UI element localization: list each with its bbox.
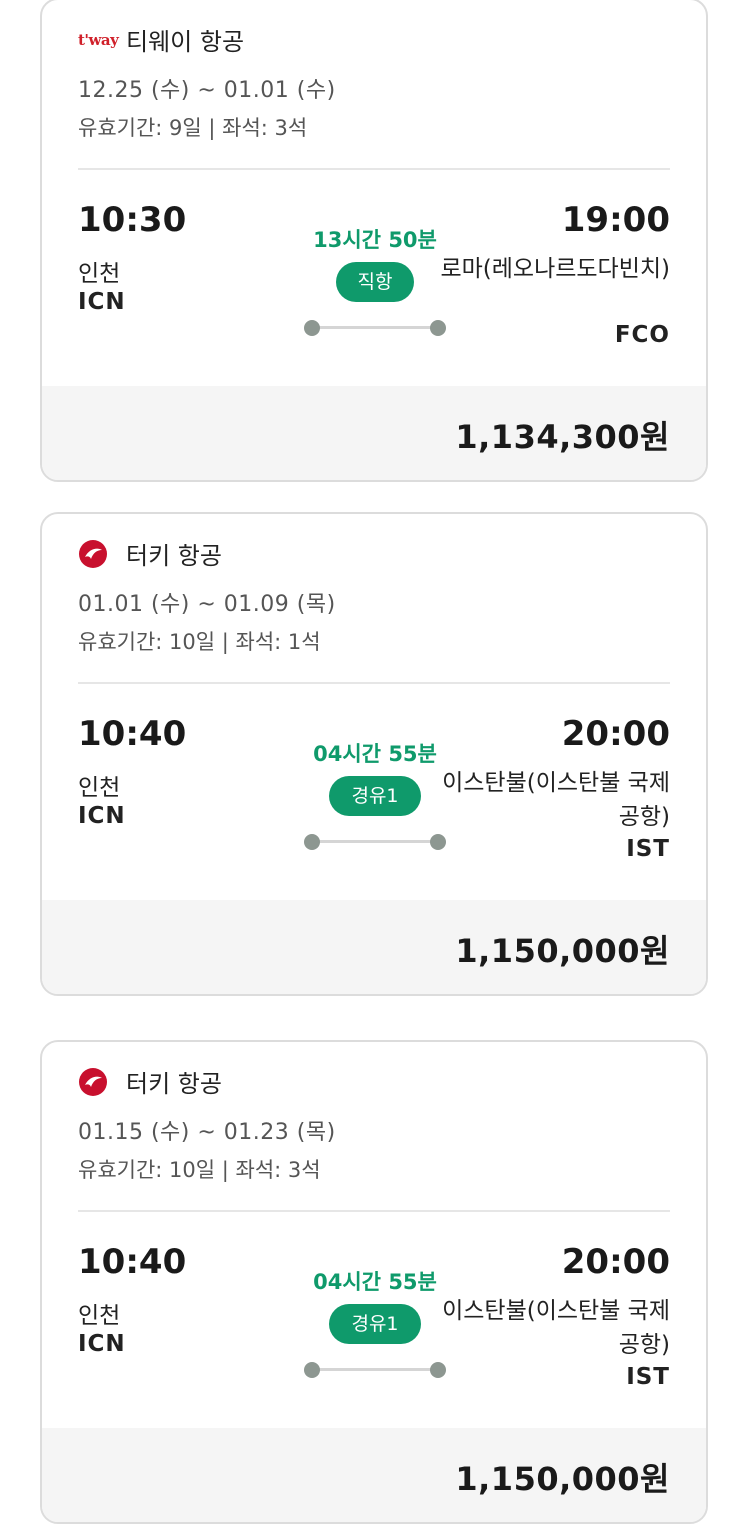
departure-code: ICN — [78, 803, 126, 829]
departure-time: 10:40 — [78, 1242, 187, 1282]
origin-dot — [304, 1362, 320, 1378]
divider — [78, 168, 670, 170]
validity-seats: 유효기간: 10일 | 좌석: 3석 — [78, 1158, 321, 1182]
arrival-time: 19:00 — [561, 200, 670, 240]
departure-code: ICN — [78, 1331, 126, 1357]
destination-dot — [430, 1362, 446, 1378]
origin-dot — [304, 320, 320, 336]
tway-logo-text: t'way — [78, 30, 119, 49]
price-footer: 1,150,000원 — [42, 1428, 706, 1522]
price-footer: 1,150,000원 — [42, 900, 706, 994]
divider — [78, 682, 670, 684]
departure-city: 인천 — [78, 775, 121, 801]
airline-row: 터키 항공 — [78, 1064, 222, 1099]
departure-time: 10:40 — [78, 714, 187, 754]
turkish-airlines-logo-icon — [78, 537, 118, 571]
price: 1,150,000원 — [455, 932, 670, 970]
arrival-code: IST — [626, 836, 670, 862]
flight-duration: 04시간 55분 — [313, 742, 437, 766]
arrival-code: FCO — [614, 322, 670, 348]
arrival-city: 이스탄불(이스탄불 국제공항) — [442, 1298, 670, 1358]
arrival-code: IST — [626, 1364, 670, 1390]
airline-name: 터키 항공 — [126, 542, 222, 570]
turkish-airlines-logo-icon — [78, 1065, 118, 1099]
flight-card[interactable]: 터키 항공 01.15 (수) ~ 01.23 (목) 유효기간: 10일 | … — [40, 1040, 708, 1524]
route-line — [304, 832, 446, 852]
price: 1,134,300원 — [455, 418, 670, 456]
stop-badge: 경유1 — [329, 776, 421, 816]
departure-time: 10:30 — [78, 200, 187, 240]
arrival-city: 로마(레오나르도다빈치) — [440, 256, 670, 282]
flight-card[interactable]: 터키 항공 01.01 (수) ~ 01.09 (목) 유효기간: 10일 | … — [40, 512, 708, 996]
travel-dates: 01.01 (수) ~ 01.09 (목) — [78, 592, 336, 617]
route-line — [304, 1360, 446, 1380]
travel-dates: 01.15 (수) ~ 01.23 (목) — [78, 1120, 336, 1145]
origin-dot — [304, 834, 320, 850]
route-line — [304, 318, 446, 338]
tway-logo-icon: t'way — [78, 23, 119, 57]
arrival-city: 이스탄불(이스탄불 국제공항) — [442, 770, 670, 830]
destination-dot — [430, 320, 446, 336]
flight-duration: 13시간 50분 — [313, 228, 437, 252]
airline-name: 티웨이 항공 — [126, 28, 245, 56]
flight-duration: 04시간 55분 — [313, 1270, 437, 1294]
route-bar — [312, 1368, 438, 1371]
departure-city: 인천 — [78, 1303, 121, 1329]
departure-city: 인천 — [78, 261, 121, 287]
price-footer: 1,134,300원 — [42, 386, 706, 480]
price: 1,150,000원 — [455, 1460, 670, 1498]
destination-dot — [430, 834, 446, 850]
departure-code: ICN — [78, 289, 126, 315]
route-bar — [312, 840, 438, 843]
airline-name: 터키 항공 — [126, 1070, 222, 1098]
arrival-time: 20:00 — [561, 714, 670, 754]
flight-card[interactable]: t'way 티웨이 항공 12.25 (수) ~ 01.01 (수) 유효기간:… — [40, 0, 708, 482]
travel-dates: 12.25 (수) ~ 01.01 (수) — [78, 78, 336, 103]
airline-row: 터키 항공 — [78, 536, 222, 571]
stop-badge: 경유1 — [329, 1304, 421, 1344]
arrival-time: 20:00 — [561, 1242, 670, 1282]
validity-seats: 유효기간: 9일 | 좌석: 3석 — [78, 116, 308, 140]
divider — [78, 1210, 670, 1212]
route-bar — [312, 326, 438, 329]
stop-badge: 직항 — [335, 262, 415, 302]
airline-row: t'way 티웨이 항공 — [78, 22, 244, 57]
validity-seats: 유효기간: 10일 | 좌석: 1석 — [78, 630, 321, 654]
